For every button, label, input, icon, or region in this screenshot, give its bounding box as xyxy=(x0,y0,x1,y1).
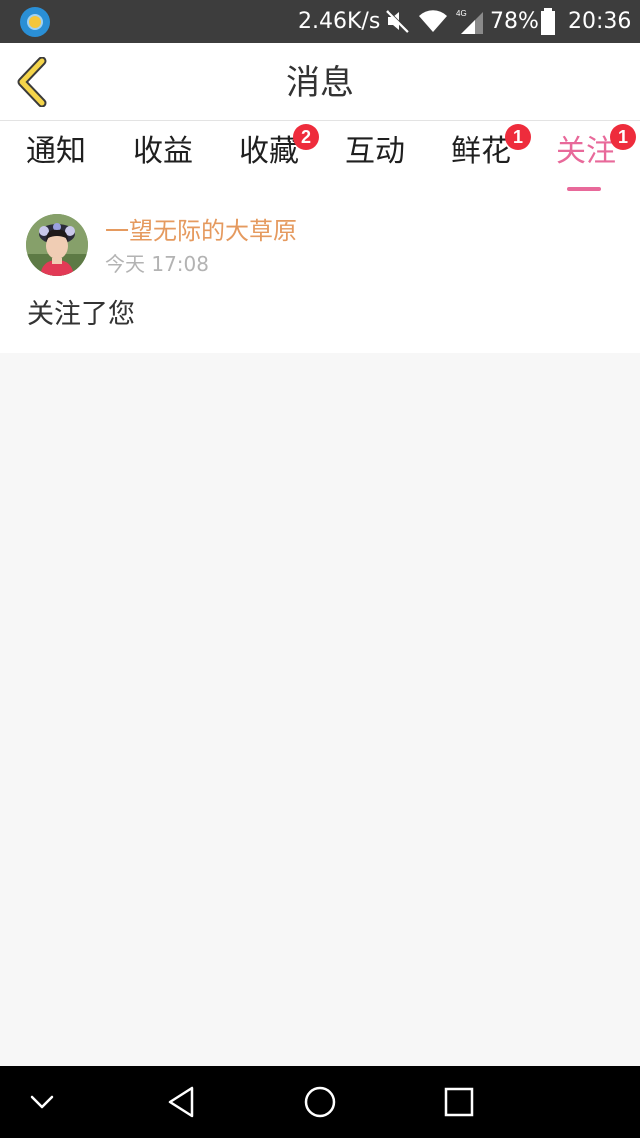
tab-favorites[interactable]: 收藏 2 xyxy=(239,124,319,189)
unread-badge: 1 xyxy=(610,124,636,150)
message-text: 关注了您 xyxy=(27,299,135,330)
tab-label: 收藏 xyxy=(239,134,299,169)
unread-badge: 2 xyxy=(293,124,319,150)
recent-apps-icon[interactable] xyxy=(439,1082,479,1122)
tab-earnings[interactable]: 收益 xyxy=(133,133,193,189)
clock: 20:36 xyxy=(568,9,632,34)
app-header: 消息 xyxy=(0,43,640,121)
avatar[interactable] xyxy=(26,214,88,276)
wifi-icon xyxy=(419,10,447,32)
timestamp: 今天 17:08 xyxy=(105,252,209,276)
tab-label: 互动 xyxy=(345,134,405,169)
battery-percent: 78% xyxy=(490,9,539,34)
unread-badge: 1 xyxy=(505,124,531,150)
network-speed: 2.46K/s xyxy=(298,9,381,34)
tab-notifications[interactable]: 通知 xyxy=(26,133,86,189)
username[interactable]: 一望无际的大草原 xyxy=(105,216,297,246)
home-circle-icon[interactable] xyxy=(300,1082,340,1122)
signal-icon: 4G xyxy=(456,9,483,34)
tab-label: 收益 xyxy=(133,134,193,169)
status-bar: 2.46K/s 4G 78% 20:36 xyxy=(0,0,640,43)
tab-interactions[interactable]: 互动 xyxy=(345,133,405,189)
svg-text:4G: 4G xyxy=(456,9,467,18)
page-title: 消息 xyxy=(286,63,354,103)
tab-label: 关注 xyxy=(556,134,616,169)
system-nav-bar xyxy=(0,1066,640,1138)
tab-flowers[interactable]: 鲜花 1 xyxy=(451,124,531,189)
battery-icon xyxy=(541,8,555,35)
avatar-image xyxy=(26,214,88,276)
back-triangle-icon[interactable] xyxy=(162,1082,202,1122)
tab-label: 通知 xyxy=(26,134,86,169)
tab-follows[interactable]: 关注 1 xyxy=(556,124,636,191)
hide-keyboard-icon[interactable] xyxy=(22,1082,62,1122)
list-item[interactable]: 一望无际的大草原 今天 17:08 关注了您 xyxy=(0,193,640,353)
weather-app-icon xyxy=(20,7,50,37)
mute-icon xyxy=(386,10,411,33)
tab-label: 鲜花 xyxy=(451,134,511,169)
message-tabs: 通知 收益 收藏 2 互动 鲜花 1 关注 1 xyxy=(0,121,640,193)
active-tab-indicator xyxy=(567,187,601,191)
